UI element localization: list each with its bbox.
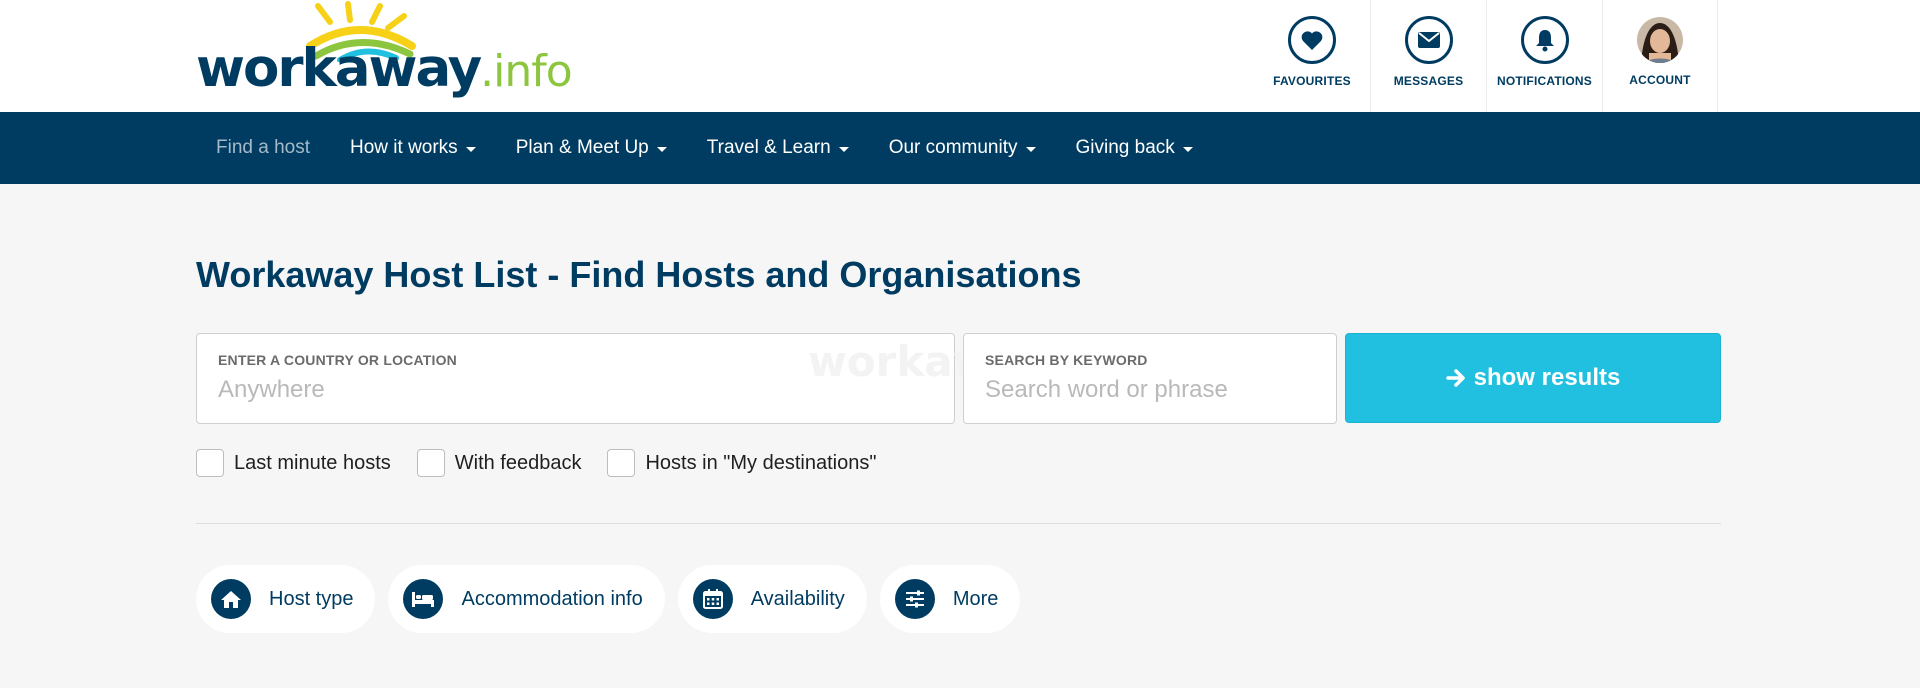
arrow-right-icon [1445,368,1466,388]
section-divider [196,523,1721,524]
caret-down-icon [1025,146,1036,152]
logo-suffix-text: .info [480,46,573,97]
site-header: workaway.info FAVOURITES MESSAGES NOTIFI… [0,0,1920,112]
heart-icon [1288,16,1336,64]
checkbox-with-feedback-label: With feedback [454,451,582,474]
bell-icon [1520,16,1569,64]
notifications-label: NOTIFICATIONS [1496,74,1593,88]
checkbox-with-feedback[interactable]: With feedback [416,449,582,477]
favourites-link[interactable]: FAVOURITES [1254,0,1370,112]
bed-icon [403,579,444,619]
filter-more-label: More [952,587,999,610]
nav-find-host[interactable]: Find a host [196,137,330,159]
nav-how-it-works[interactable]: How it works [330,137,496,159]
keyword-input[interactable] [985,376,1316,404]
caret-down-icon [838,146,849,152]
filter-checkboxes: Last minute hosts With feedback Hosts in… [196,449,902,477]
envelope-icon [1404,16,1453,64]
nav-plan-meet-up-label: Plan & Meet Up [515,137,649,158]
avatar [1637,17,1683,63]
keyword-field-label: SEARCH BY KEYWORD [985,352,1148,368]
location-search-box[interactable]: ENTER A COUNTRY OR LOCATION [196,333,955,424]
checkbox-box[interactable] [416,449,445,477]
nav-travel-learn-label: Travel & Learn [706,137,831,158]
filter-host-type[interactable]: Host type [196,565,376,633]
home-icon [211,579,251,619]
filter-accommodation-info[interactable]: Accommodation info [388,565,665,633]
page-title: Workaway Host List - Find Hosts and Orga… [196,254,1082,295]
caret-down-icon [1182,146,1193,152]
caret-down-icon [656,146,667,152]
filter-availability[interactable]: Availability [677,565,867,633]
user-icon-nav: FAVOURITES MESSAGES NOTIFICATIONS ACCOUN… [1254,0,1718,112]
nav-our-community-label: Our community [888,137,1018,158]
show-results-button[interactable]: show results [1345,333,1721,423]
main-navbar: Find a host How it works Plan & Meet Up … [0,112,1920,184]
checkbox-my-destinations[interactable]: Hosts in "My destinations" [607,449,876,477]
filter-availability-label: Availability [750,587,845,610]
nav-plan-meet-up[interactable]: Plan & Meet Up [496,137,687,159]
nav-travel-learn[interactable]: Travel & Learn [687,137,869,159]
account-label: ACCOUNT [1629,73,1691,87]
keyword-search-box[interactable]: SEARCH BY KEYWORD [963,333,1337,424]
main-nav-list: Find a host How it works Plan & Meet Up … [196,112,1213,184]
messages-link[interactable]: MESSAGES [1370,0,1486,112]
calendar-icon [692,579,733,619]
messages-label: MESSAGES [1393,74,1464,88]
sliders-icon [894,579,935,619]
workaway-logo[interactable]: workaway.info [196,0,573,112]
notifications-link[interactable]: NOTIFICATIONS [1486,0,1602,112]
filter-more[interactable]: More [879,565,1021,633]
caret-down-icon [465,146,476,152]
filter-pills: Host type Accommodation info Availabilit… [196,565,1033,633]
account-link[interactable]: ACCOUNT [1602,0,1718,112]
logo-main-text: workaway [196,38,482,99]
location-field-label: ENTER A COUNTRY OR LOCATION [218,352,457,368]
favourites-label: FAVOURITES [1273,74,1351,88]
filter-host-type-label: Host type [269,587,354,610]
nav-giving-back[interactable]: Giving back [1056,137,1213,159]
checkbox-box[interactable] [196,449,224,477]
checkbox-box[interactable] [607,449,636,477]
nav-giving-back-label: Giving back [1075,137,1175,158]
show-results-label: show results [1473,364,1621,391]
checkbox-last-minute[interactable]: Last minute hosts [196,449,391,477]
nav-our-community[interactable]: Our community [869,137,1056,159]
logo-wordmark: workaway.info [196,42,573,97]
checkbox-my-destinations-label: Hosts in "My destinations" [645,451,877,474]
filter-accommodation-label: Accommodation info [461,587,643,610]
checkbox-last-minute-label: Last minute hosts [234,451,391,474]
location-input[interactable] [218,376,934,404]
nav-how-it-works-label: How it works [350,137,458,158]
